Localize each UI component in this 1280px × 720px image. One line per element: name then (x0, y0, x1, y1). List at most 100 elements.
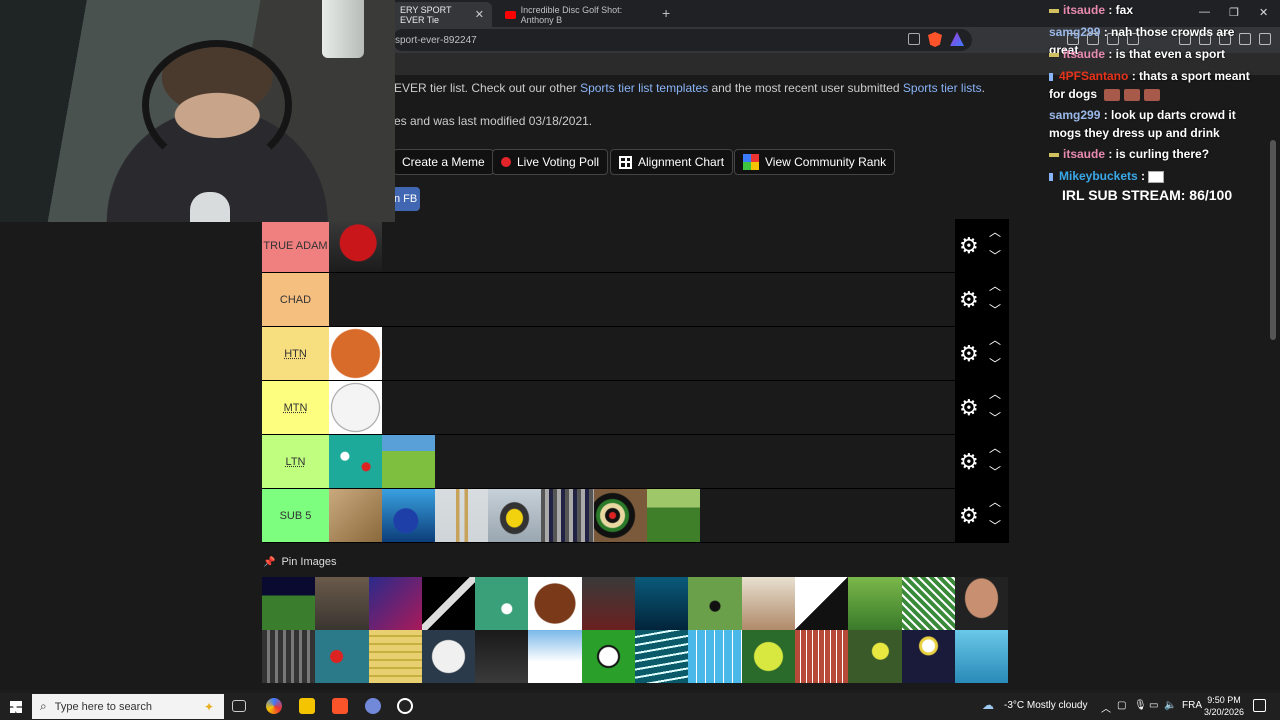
facebook-share-button[interactable]: n FB (392, 187, 420, 211)
microphone-icon[interactable]: 🎙 (1134, 700, 1147, 711)
page-scrollbar[interactable] (1270, 140, 1276, 340)
task-view-icon[interactable] (232, 700, 246, 712)
community-rank-button[interactable]: View Community Rank (734, 149, 896, 175)
create-meme-button[interactable]: Create a Meme (393, 149, 494, 175)
pool-image[interactable] (368, 630, 422, 683)
sports-templates-link[interactable]: Sports tier list templates (580, 81, 708, 95)
pool-image[interactable] (954, 577, 1009, 630)
gear-icon[interactable]: ⚙ (959, 235, 979, 257)
gear-icon[interactable]: ⚙ (959, 343, 979, 365)
curling-image[interactable] (488, 489, 541, 542)
pool-image[interactable] (741, 577, 795, 630)
language-indicator[interactable]: FRA (1182, 700, 1202, 711)
chevron-down-icon[interactable]: ﹀ (988, 355, 1002, 372)
notification-icon[interactable] (1253, 699, 1266, 712)
pool-image[interactable] (688, 577, 742, 630)
tier-label[interactable]: HTN (262, 327, 329, 380)
file-explorer-icon[interactable] (299, 698, 315, 714)
tab-youtube[interactable]: Incredible Disc Golf Shot: Anthony B (497, 2, 657, 27)
boxing-glove-image[interactable] (329, 219, 382, 272)
cycling-image[interactable] (541, 489, 594, 542)
brave-rewards-icon[interactable] (950, 32, 964, 46)
copilot-icon[interactable] (266, 698, 282, 714)
discord-icon[interactable] (365, 698, 381, 714)
pool-image[interactable] (421, 577, 476, 630)
chevron-up-icon[interactable]: ︿ (988, 493, 1002, 510)
chevron-up-icon[interactable]: ︿ (988, 331, 1002, 348)
chevron-down-icon[interactable]: ﹀ (988, 463, 1002, 480)
pool-image[interactable] (368, 577, 422, 630)
pool-image[interactable] (475, 630, 529, 683)
tier-label[interactable]: LTN (262, 435, 329, 488)
pool-image[interactable] (528, 630, 582, 683)
pool-image[interactable] (528, 577, 582, 630)
pool-image[interactable] (262, 630, 316, 683)
gear-icon[interactable]: ⚙ (959, 451, 979, 473)
weather-text[interactable]: -3°C Mostly cloudy (1004, 700, 1087, 711)
chevron-down-icon[interactable]: ﹀ (988, 517, 1002, 534)
system-clock[interactable]: 9:50 PM 3/20/2026 (1204, 694, 1244, 718)
pool-image[interactable] (635, 577, 689, 630)
chevron-up-icon[interactable]: ︿ (988, 277, 1002, 294)
tier-items (329, 489, 1009, 542)
tray-overflow-icon[interactable]: ︿ (1101, 700, 1111, 715)
tier-label[interactable]: SUB 5 (262, 489, 329, 542)
pool-image[interactable] (262, 577, 316, 630)
chevron-down-icon[interactable]: ﹀ (988, 247, 1002, 264)
pool-image[interactable] (848, 630, 902, 683)
url-field[interactable]: sport-ever-892247 (392, 29, 972, 51)
billiards-image[interactable] (329, 435, 382, 488)
gear-icon[interactable]: ⚙ (959, 289, 979, 311)
chevron-up-icon[interactable]: ︿ (988, 223, 1002, 240)
pool-image[interactable] (741, 630, 795, 683)
chevron-down-icon[interactable]: ﹀ (988, 409, 1002, 426)
windows-start-icon[interactable] (10, 701, 22, 713)
alignment-chart-button[interactable]: Alignment Chart (610, 149, 734, 175)
tier-label[interactable]: CHAD (262, 273, 329, 326)
pool-image[interactable] (635, 630, 689, 683)
pool-image[interactable] (794, 577, 849, 630)
pool-image[interactable] (315, 630, 369, 683)
basketball-image[interactable] (329, 327, 382, 380)
chevron-down-icon[interactable]: ﹀ (988, 301, 1002, 318)
pool-image[interactable] (315, 577, 369, 630)
cricket-image[interactable] (435, 489, 488, 542)
pool-image[interactable] (901, 630, 955, 683)
subscriber-badge-icon (1049, 72, 1053, 81)
pool-image[interactable] (581, 577, 636, 630)
pool-image[interactable] (794, 630, 849, 683)
darts-image[interactable] (594, 489, 647, 542)
brave-shield-icon[interactable] (928, 32, 942, 47)
network-icon[interactable]: ▭ (1149, 700, 1158, 711)
tier-label[interactable]: TRUE ADAM (262, 219, 329, 272)
chevron-up-icon[interactable]: ︿ (988, 439, 1002, 456)
close-icon[interactable]: ✕ (475, 8, 484, 21)
taskbar-search[interactable]: ⌕ Type here to search ✦ (32, 694, 224, 719)
live-voting-poll-button[interactable]: Live Voting Poll (492, 149, 609, 175)
obs-icon[interactable] (397, 698, 413, 714)
disc-golf-image[interactable] (647, 489, 700, 542)
gear-icon[interactable]: ⚙ (959, 505, 979, 527)
pool-image[interactable] (848, 577, 902, 630)
chevron-up-icon[interactable]: ︿ (988, 385, 1002, 402)
bowling-image[interactable] (382, 489, 435, 542)
gear-icon[interactable]: ⚙ (959, 397, 979, 419)
pool-image[interactable] (954, 630, 1009, 683)
pool-image[interactable] (901, 577, 955, 630)
brave-browser-icon[interactable] (332, 698, 348, 714)
sports-tierlists-link[interactable]: Sports tier lists (903, 81, 982, 95)
finger-board-image[interactable] (329, 489, 382, 542)
pool-image[interactable] (688, 630, 742, 683)
new-tab-button[interactable]: + (662, 5, 670, 21)
pool-image[interactable] (581, 630, 636, 683)
pool-image[interactable] (475, 577, 529, 630)
pool-image[interactable] (421, 630, 476, 683)
tier-label[interactable]: MTN (262, 381, 329, 434)
baseball-image[interactable] (329, 381, 382, 434)
pin-images-toggle[interactable]: 📌 Pin Images (263, 556, 336, 568)
share-icon[interactable] (908, 33, 920, 45)
volume-icon[interactable]: 🔈 (1164, 700, 1176, 711)
tray-app-icon[interactable]: ▢ (1117, 700, 1126, 711)
tab-tierlist[interactable]: ERY SPORT EVER Tie ✕ (392, 2, 492, 27)
croquet-image[interactable] (382, 435, 435, 488)
